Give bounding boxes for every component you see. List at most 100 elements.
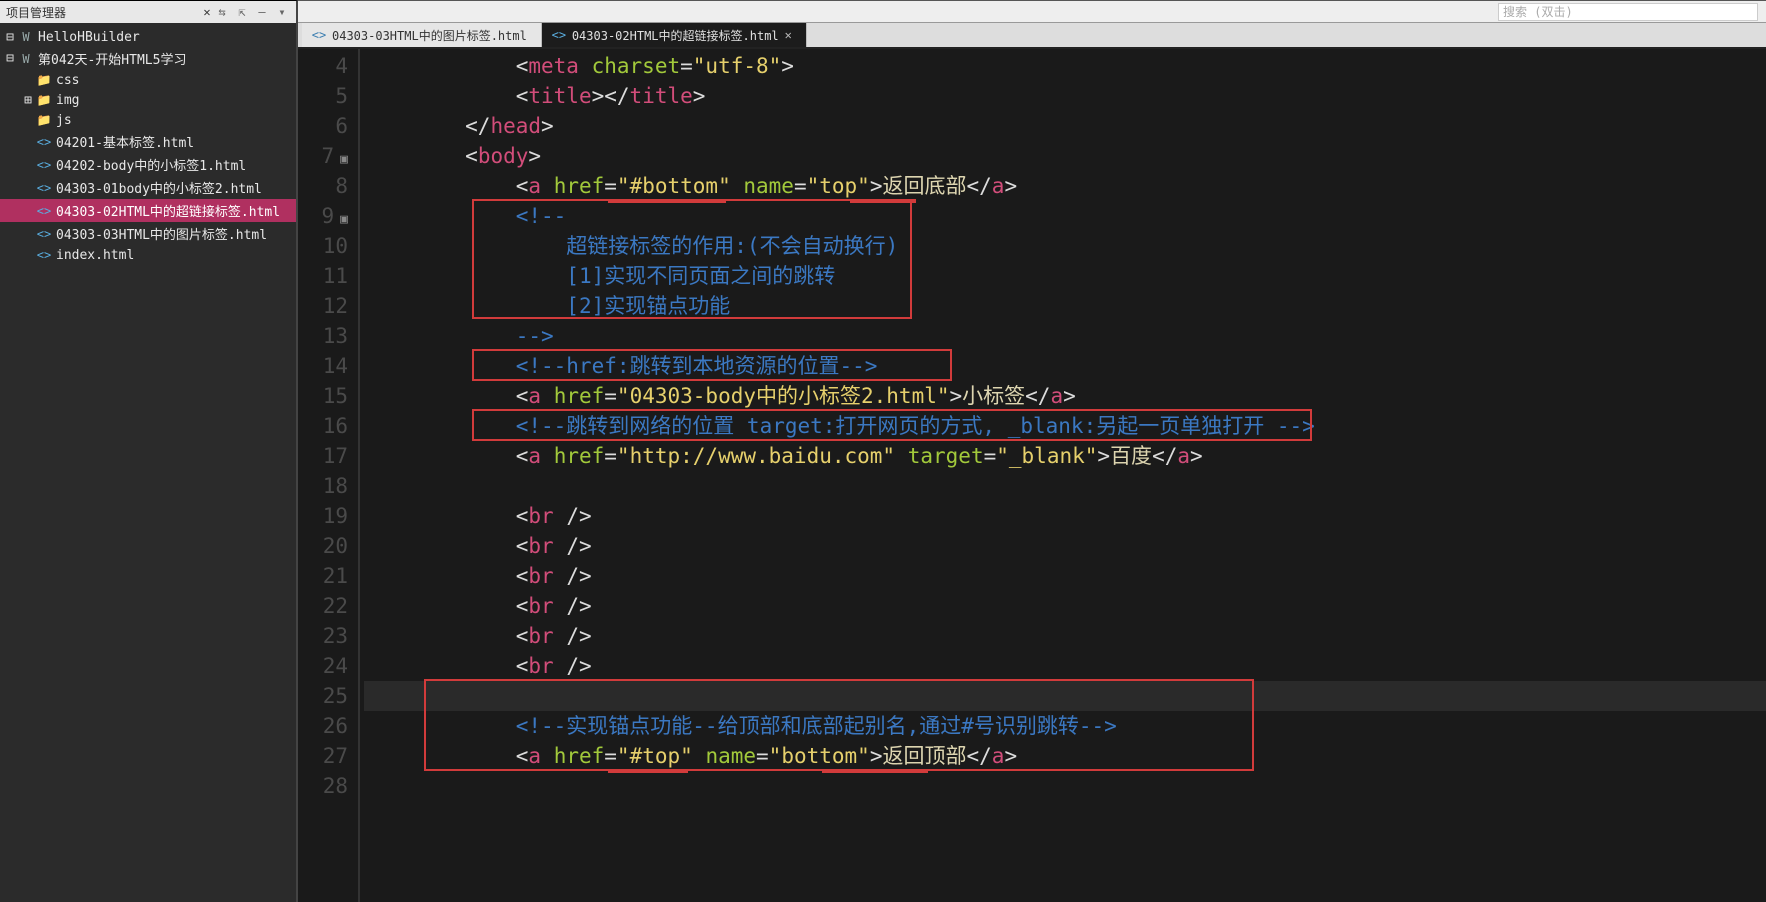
line-number[interactable]: 25 <box>298 681 358 711</box>
code-line[interactable]: <title></title> <box>364 81 1766 111</box>
twisty-icon[interactable]: ⊞ <box>22 93 34 108</box>
line-number[interactable]: 10 <box>298 231 358 261</box>
line-number[interactable]: 9▣ <box>298 201 358 231</box>
tree-item-label: css <box>56 73 79 88</box>
tree-item-label: 04201-基本标签.html <box>56 132 194 151</box>
code-line[interactable]: <br /> <box>364 501 1766 531</box>
line-number[interactable]: 24 <box>298 651 358 681</box>
editor-tabs[interactable]: <>04303-03HTML中的图片标签.html<>04303-02HTML中… <box>298 23 1766 49</box>
line-number[interactable]: 19 <box>298 501 358 531</box>
line-number[interactable]: 20 <box>298 531 358 561</box>
tree-item[interactable]: <>04202-body中的小标签1.html <box>0 153 296 176</box>
line-number[interactable]: 17 <box>298 441 358 471</box>
code-line[interactable]: <a href="04303-body中的小标签2.html">小标签</a> <box>364 381 1766 411</box>
line-number[interactable]: 18 <box>298 471 358 501</box>
code-line[interactable]: <!--跳转到网络的位置 target:打开网页的方式, _blank:另起一页… <box>364 411 1766 441</box>
code-line[interactable]: 超链接标签的作用:(不会自动换行) <box>364 231 1766 261</box>
tree-item-label: 04202-body中的小标签1.html <box>56 155 246 174</box>
twisty-icon[interactable]: ⊟ <box>4 30 16 45</box>
tree-item[interactable]: ⊞📁 img <box>0 90 296 110</box>
tree-item[interactable]: <>04303-03HTML中的图片标签.html <box>0 222 296 245</box>
code-line[interactable] <box>364 771 1766 801</box>
sidebar-close-icon[interactable]: ✕ <box>200 5 214 19</box>
file-tree[interactable]: ⊟WHelloHBuilder⊟W第042天-开始HTML5学习 📁 css ⊞📁 im… <box>0 23 296 269</box>
code-line[interactable]: </head> <box>364 111 1766 141</box>
tree-item[interactable]: 📁 css <box>0 70 296 90</box>
line-number[interactable]: 27 <box>298 741 358 771</box>
line-number[interactable]: 8 <box>298 171 358 201</box>
tree-item[interactable]: <> index.html <box>0 245 296 265</box>
menu-icon[interactable]: ▾ <box>274 4 290 20</box>
annotation-underline <box>608 199 726 203</box>
line-number[interactable]: 11 <box>298 261 358 291</box>
code-line[interactable]: --> <box>364 321 1766 351</box>
code-line[interactable]: <br /> <box>364 591 1766 621</box>
tree-item[interactable]: 📁 js <box>0 110 296 130</box>
tab-label: 04303-02HTML中的超链接标签.html <box>572 27 779 44</box>
editor-area: 搜索 (双击) <>04303-03HTML中的图片标签.html<>04303… <box>298 0 1766 902</box>
line-number[interactable]: 22 <box>298 591 358 621</box>
line-number[interactable]: 23 <box>298 621 358 651</box>
tree-item-label: HelloHBuilder <box>38 30 140 45</box>
html-file-icon: <> <box>552 28 566 42</box>
code-line[interactable]: <!--href:跳转到本地资源的位置--> <box>364 351 1766 381</box>
tree-item-label: img <box>56 93 79 108</box>
code-line[interactable]: <br /> <box>364 531 1766 561</box>
code-line[interactable]: [1]实现不同页面之间的跳转 <box>364 261 1766 291</box>
code-line[interactable]: <br /> <box>364 561 1766 591</box>
minimize-icon[interactable]: ‒ <box>254 4 270 20</box>
code-line[interactable]: <a href="#bottom" name="top">返回底部</a> <box>364 171 1766 201</box>
line-number[interactable]: 21 <box>298 561 358 591</box>
line-number[interactable]: 28 <box>298 771 358 801</box>
line-number[interactable]: 7▣ <box>298 141 358 171</box>
html-file-icon: <> <box>36 247 52 263</box>
link-icon[interactable]: ⇆ <box>214 4 230 20</box>
line-gutter[interactable]: 4567▣89▣10111213141516171819202122232425… <box>298 49 360 902</box>
code-line[interactable]: <!-- <box>364 201 1766 231</box>
code-line[interactable] <box>364 471 1766 501</box>
tree-item-label: 04303-03HTML中的图片标签.html <box>56 224 267 243</box>
code-line[interactable]: [2]实现锚点功能 <box>364 291 1766 321</box>
tree-item[interactable]: ⊟WHelloHBuilder <box>0 27 296 47</box>
line-number[interactable]: 16 <box>298 411 358 441</box>
code-line[interactable]: <a href="http://www.baidu.com" target="_… <box>364 441 1766 471</box>
line-number[interactable]: 4 <box>298 51 358 81</box>
html-file-icon: <> <box>312 28 326 42</box>
line-number[interactable]: 13 <box>298 321 358 351</box>
fold-icon[interactable]: ▣ <box>340 152 348 167</box>
line-number[interactable]: 15 <box>298 381 358 411</box>
tree-item[interactable]: ⊟W第042天-开始HTML5学习 <box>0 47 296 70</box>
fold-icon[interactable]: ▣ <box>340 212 348 227</box>
line-number[interactable]: 26 <box>298 711 358 741</box>
folder-icon: 📁 <box>36 112 52 128</box>
tree-item[interactable]: <>04303-02HTML中的超链接标签.html <box>0 199 296 222</box>
folder-icon: 📁 <box>36 92 52 108</box>
collapse-icon[interactable]: ⇱ <box>234 4 250 20</box>
code-line[interactable]: <br /> <box>364 651 1766 681</box>
line-number[interactable]: 5 <box>298 81 358 111</box>
sidebar-title: 项目管理器 <box>6 4 196 21</box>
line-number[interactable]: 12 <box>298 291 358 321</box>
editor-tab[interactable]: <> 04303-02HTML中的超链接标签.html ✕ <box>542 23 807 47</box>
code-line[interactable]: <body> <box>364 141 1766 171</box>
code-line[interactable] <box>364 681 1766 711</box>
code-line[interactable]: <a href="#top" name="bottom">返回顶部</a> <box>364 741 1766 771</box>
folder-icon: 📁 <box>36 72 52 88</box>
code-line[interactable]: <!--实现锚点功能--给顶部和底部起别名,通过#号识别跳转--> <box>364 711 1766 741</box>
line-number[interactable]: 14 <box>298 351 358 381</box>
html-file-icon: <> <box>36 203 52 219</box>
tree-item-label: index.html <box>56 248 134 263</box>
code-editor[interactable]: <meta charset="utf-8"> <title></title> <… <box>360 49 1766 902</box>
tree-item-label: js <box>56 113 72 128</box>
search-input[interactable]: 搜索 (双击) <box>1498 3 1758 21</box>
tree-item[interactable]: <>04303-01body中的小标签2.html <box>0 176 296 199</box>
close-icon[interactable]: ✕ <box>785 28 792 42</box>
code-line[interactable]: <meta charset="utf-8"> <box>364 51 1766 81</box>
twisty-icon[interactable]: ⊟ <box>4 51 16 66</box>
code-line[interactable]: <br /> <box>364 621 1766 651</box>
editor-tab[interactable]: <>04303-03HTML中的图片标签.html <box>302 23 542 47</box>
project-explorer[interactable]: 项目管理器 ✕ ⇆ ⇱ ‒ ▾ ⊟WHelloHBuilder⊟W第042天-开… <box>0 0 298 902</box>
tree-item[interactable]: <>04201-基本标签.html <box>0 130 296 153</box>
tree-item-label: 第042天-开始HTML5学习 <box>38 49 186 68</box>
line-number[interactable]: 6 <box>298 111 358 141</box>
